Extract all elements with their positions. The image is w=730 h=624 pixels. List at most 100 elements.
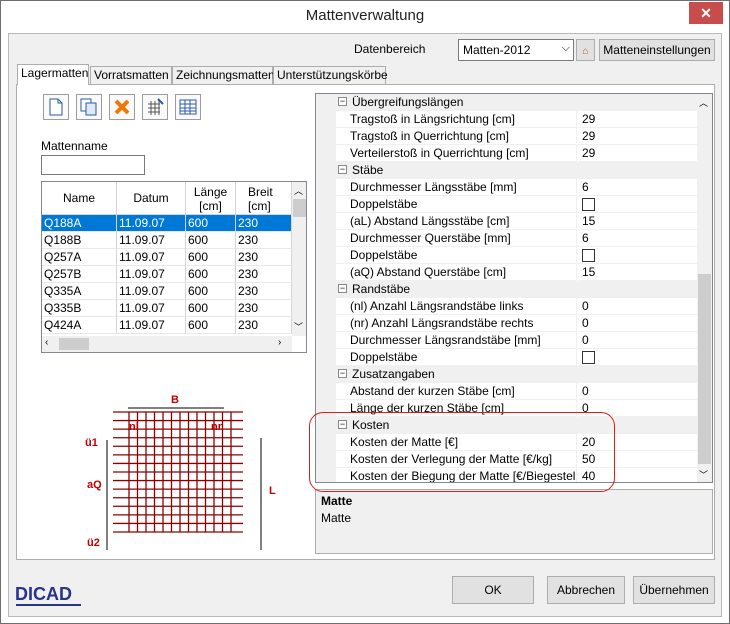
tab-zeichnungsmatten[interactable]: Zeichnungsmatten: [172, 66, 275, 84]
scroll-left-icon[interactable]: ‹: [45, 337, 48, 348]
cancel-button[interactable]: Abbrechen: [547, 576, 625, 604]
property-value[interactable]: 0: [578, 400, 697, 417]
table-row[interactable]: Q335B 11.09.07 600 230: [42, 300, 292, 317]
scroll-up-icon[interactable]: ︿: [294, 184, 303, 197]
table-cell: 11.09.07: [117, 317, 186, 334]
property-value[interactable]: 6: [578, 179, 697, 196]
property-value[interactable]: [578, 349, 697, 366]
property-gutter: [316, 332, 336, 349]
property-row[interactable]: (aQ) Abstand Querstäbe [cm] 15: [316, 264, 697, 281]
property-row[interactable]: Länge der kurzen Stäbe [cm] 0: [316, 400, 697, 417]
property-value[interactable]: 6: [578, 230, 697, 247]
prop-scroll-down-icon[interactable]: ﹀: [699, 468, 708, 481]
property-value[interactable]: 29: [578, 128, 697, 145]
property-row[interactable]: Tragstoß in Längsrichtung [cm] 29: [316, 111, 697, 128]
mattenname-input[interactable]: [41, 155, 145, 175]
property-category[interactable]: − Zusatzangaben: [316, 366, 697, 383]
property-value[interactable]: 20: [578, 434, 697, 451]
collapse-icon[interactable]: −: [338, 97, 347, 106]
doppelstaebe-checkbox[interactable]: [582, 351, 595, 364]
property-category[interactable]: − Stäbe: [316, 162, 697, 179]
prop-scroll-up-icon[interactable]: ︿: [699, 96, 708, 109]
property-value[interactable]: 15: [578, 213, 697, 230]
logo-underline: [16, 604, 81, 606]
collapse-icon[interactable]: −: [338, 420, 347, 429]
hscroll-thumb[interactable]: [59, 338, 89, 350]
edit-mat-button[interactable]: [142, 94, 168, 120]
property-row[interactable]: Doppelstäbe: [316, 196, 697, 213]
property-value[interactable]: 29: [578, 145, 697, 162]
property-row[interactable]: Durchmesser Längsstäbe [mm] 6: [316, 179, 697, 196]
table-vertical-scrollbar[interactable]: ︿ ﹀: [292, 182, 306, 336]
property-row[interactable]: (nl) Anzahl Längsrandstäbe links 0: [316, 298, 697, 315]
mats-table: Name Datum Länge [cm] Breit [cm] Q188A 11…: [41, 181, 307, 353]
property-row[interactable]: Tragstoß in Querrichtung [cm] 29: [316, 128, 697, 145]
scroll-down-icon[interactable]: ﹀: [294, 320, 303, 333]
doppelstaebe-checkbox[interactable]: [582, 198, 595, 211]
prop-scroll-thumb[interactable]: [698, 274, 711, 464]
property-gutter: [316, 298, 336, 315]
label-nl: nl: [129, 421, 139, 433]
tab-lagermatten[interactable]: Lagermatten: [17, 64, 89, 85]
table-view-button[interactable]: [175, 94, 201, 120]
table-row[interactable]: Q257A 11.09.07 600 230: [42, 249, 292, 266]
col-header-name[interactable]: Name: [42, 182, 117, 215]
property-category[interactable]: − Kosten: [316, 417, 697, 434]
scroll-right-icon[interactable]: ›: [278, 337, 281, 348]
table-row[interactable]: Q335A 11.09.07 600 230: [42, 283, 292, 300]
table-horizontal-scrollbar[interactable]: ‹ ›: [42, 336, 292, 352]
property-value[interactable]: [578, 247, 697, 264]
category-label: Übergreifungslängen: [352, 95, 464, 109]
tab-vorratsmatten[interactable]: Vorratsmatten: [90, 66, 172, 84]
property-value[interactable]: 29: [578, 111, 697, 128]
property-row[interactable]: Doppelstäbe: [316, 247, 697, 264]
property-value[interactable]: 40: [578, 468, 697, 482]
doppelstaebe-checkbox[interactable]: [582, 249, 595, 262]
property-row[interactable]: Verteilerstoß in Querrichtung [cm] 29: [316, 145, 697, 162]
close-button[interactable]: ✕: [689, 2, 723, 24]
new-button[interactable]: [43, 94, 69, 120]
ok-button[interactable]: OK: [452, 576, 534, 604]
copy-button[interactable]: [76, 94, 102, 120]
collapse-icon[interactable]: −: [338, 284, 347, 293]
property-row[interactable]: Kosten der Matte [€] 20: [316, 434, 697, 451]
property-category[interactable]: − Übergreifungslängen: [316, 94, 697, 111]
property-value[interactable]: 15: [578, 264, 697, 281]
property-row[interactable]: Kosten der Biegung der Matte [€/Biegeste…: [316, 468, 697, 482]
delete-button[interactable]: [109, 94, 135, 120]
scroll-thumb[interactable]: [293, 199, 306, 217]
col-header-breite[interactable]: Breit [cm]: [236, 182, 292, 215]
collapse-icon[interactable]: −: [338, 369, 347, 378]
col-header-laenge[interactable]: Länge [cm]: [186, 182, 236, 215]
property-value[interactable]: 0: [578, 332, 697, 349]
table-cell: 230: [236, 317, 292, 334]
col-header-datum[interactable]: Datum: [117, 182, 186, 215]
folder-browse-button[interactable]: ⌂: [576, 39, 595, 61]
collapse-icon[interactable]: −: [338, 165, 347, 174]
property-row[interactable]: (aL) Abstand Längsstäbe [cm] 15: [316, 213, 697, 230]
property-row[interactable]: Doppelstäbe: [316, 349, 697, 366]
table-row[interactable]: Q188B 11.09.07 600 230: [42, 232, 292, 249]
property-scrollbar[interactable]: ︿ ﹀: [697, 94, 712, 482]
table-row[interactable]: Q424A 11.09.07 600 230: [42, 317, 292, 334]
matteneinstellungen-button[interactable]: Matteneinstellungen: [599, 39, 715, 61]
datenbereich-select[interactable]: Matten-2012 ⌵: [458, 39, 574, 61]
property-row[interactable]: Durchmesser Längsrandstäbe [mm] 0: [316, 332, 697, 349]
table-row[interactable]: Q257B 11.09.07 600 230: [42, 266, 292, 283]
mat-diagram: Bnlnrü1aQLü2ü3aLü4: [41, 360, 307, 577]
property-value[interactable]: 0: [578, 298, 697, 315]
apply-button[interactable]: Übernehmen: [633, 576, 715, 604]
property-row[interactable]: Kosten der Verlegung der Matte [€/kg] 50: [316, 451, 697, 468]
dialog-client: Datenbereich Matten-2012 ⌵ ⌂ Matteneinst…: [8, 33, 722, 617]
property-row[interactable]: Durchmesser Querstäbe [mm] 6: [316, 230, 697, 247]
property-value[interactable]: [578, 196, 697, 213]
tab-unterstuetzungskoerbe[interactable]: Unterstützungskörbe: [273, 66, 388, 84]
property-category[interactable]: − Randstäbe: [316, 281, 697, 298]
property-row[interactable]: (nr) Anzahl Längsrandstäbe rechts 0: [316, 315, 697, 332]
property-gutter: [316, 264, 336, 281]
table-row[interactable]: Q188A 11.09.07 600 230: [42, 215, 292, 232]
property-value[interactable]: 0: [578, 383, 697, 400]
property-value[interactable]: 50: [578, 451, 697, 468]
property-value[interactable]: 0: [578, 315, 697, 332]
property-row[interactable]: Abstand der kurzen Stäbe [cm] 0: [316, 383, 697, 400]
